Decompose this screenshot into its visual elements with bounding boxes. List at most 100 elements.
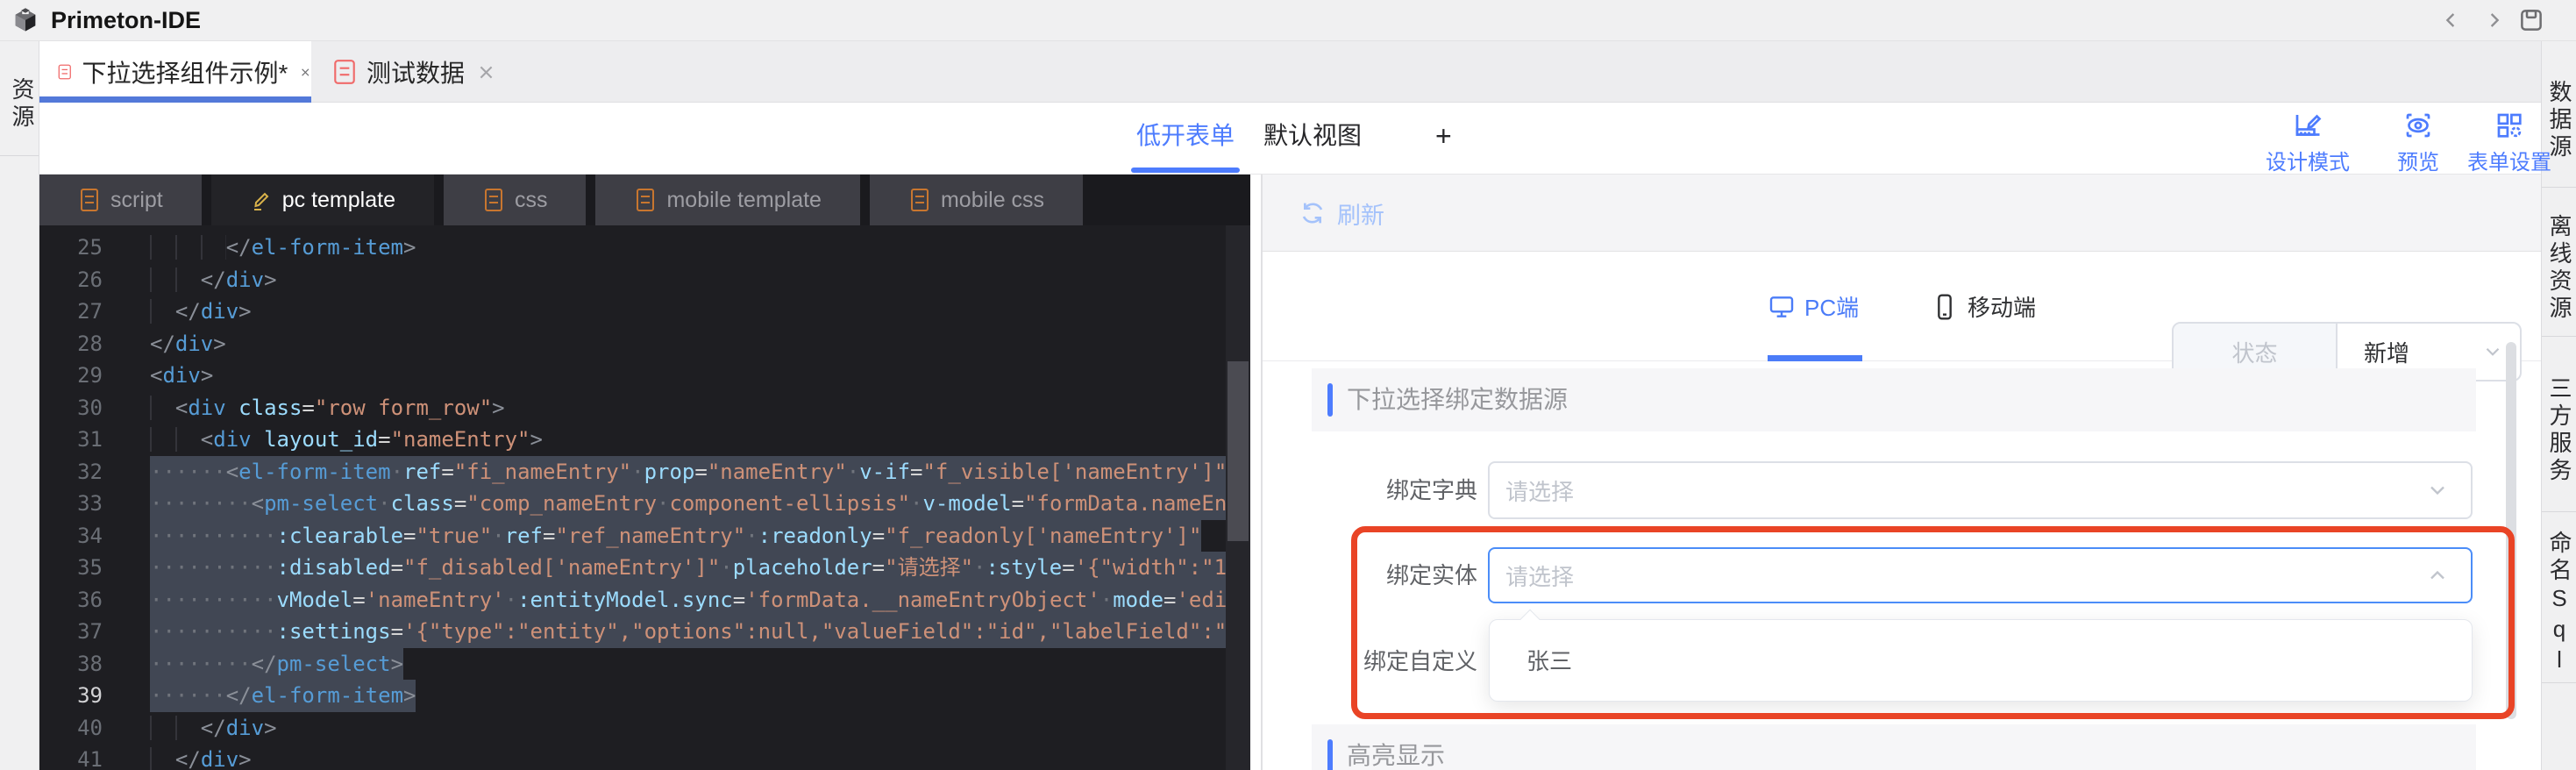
file-tab-label: 下拉选择组件示例* bbox=[82, 54, 288, 89]
phone-icon bbox=[1931, 293, 1959, 321]
code-lines[interactable]: 25 </el-form-item>26 </div>27 </div>28</… bbox=[39, 225, 1228, 770]
code-line[interactable]: 32······<el-form-item·ref="fi_nameEntry"… bbox=[39, 456, 1228, 488]
line-number: 36 bbox=[39, 584, 103, 617]
view-tab-default-view[interactable]: 默认视图 bbox=[1263, 103, 1362, 175]
sidebar-item-离线资源[interactable]: 离线资源 bbox=[2542, 188, 2576, 337]
line-number: 29 bbox=[39, 360, 103, 392]
code-line[interactable]: 34··········:clearable="true"·ref="ref_n… bbox=[39, 520, 1228, 553]
sidebar-item-resources[interactable]: 资源 bbox=[0, 41, 39, 156]
code-line[interactable]: 36··········vModel='nameEntry'·:entityMo… bbox=[39, 584, 1228, 617]
line-number: 30 bbox=[39, 392, 103, 424]
code-line[interactable]: 33········<pm-select·class="comp_nameEnt… bbox=[39, 488, 1228, 520]
field-label-bind-entity: 绑定实体 bbox=[1263, 547, 1477, 603]
device-tab-pc[interactable]: PC端 bbox=[1768, 252, 1859, 361]
form-settings-button[interactable]: 表单设置 bbox=[2452, 110, 2566, 175]
code-line[interactable]: 41 </div> bbox=[39, 744, 1228, 770]
code-line[interactable]: 35··········:disabled="f_disabled['nameE… bbox=[39, 552, 1228, 584]
add-view-button[interactable]: + bbox=[1435, 103, 1452, 175]
device-tab-row: PC端 移动端 状态 新增 bbox=[1263, 252, 2541, 361]
code-line[interactable]: 37··········:settings='{"type":"entity",… bbox=[39, 616, 1228, 648]
active-tab-underline bbox=[39, 96, 311, 103]
close-icon[interactable] bbox=[477, 63, 495, 82]
refresh-icon bbox=[1299, 199, 1327, 227]
preview-eye-icon bbox=[2402, 110, 2434, 141]
editor-tab-bar: script pc template css mobile template mobil… bbox=[39, 175, 1250, 225]
code-line[interactable]: 40 </div> bbox=[39, 712, 1228, 745]
editor-tab-label: script bbox=[110, 188, 163, 213]
code-line[interactable]: 29<div> bbox=[39, 360, 1228, 392]
file-tab-test-data[interactable]: 测试数据 bbox=[326, 41, 528, 103]
line-number: 34 bbox=[39, 520, 103, 553]
active-device-underline bbox=[1768, 355, 1862, 361]
bind-entity-select[interactable]: 请选择 bbox=[1488, 547, 2473, 603]
device-tab-label: PC端 bbox=[1804, 290, 1859, 323]
add-view-label: + bbox=[1435, 120, 1452, 152]
file-tab-dropdown-example[interactable]: 下拉选择组件示例* bbox=[39, 41, 311, 103]
panel-scrollbar[interactable] bbox=[2506, 342, 2516, 719]
section-header-highlight: 高亮显示 bbox=[1312, 724, 2476, 770]
editor-tab-label: css bbox=[515, 188, 548, 213]
line-number: 39 bbox=[39, 680, 103, 712]
design-mode-button[interactable]: 设计模式 bbox=[2251, 110, 2365, 175]
code-line[interactable]: 31 <div layout_id="nameEntry"> bbox=[39, 424, 1228, 456]
code-editor: script pc template css mobile template mobil… bbox=[39, 175, 1250, 770]
editor-scrollbar[interactable] bbox=[1226, 225, 1250, 770]
line-number: 32 bbox=[39, 456, 103, 488]
chevron-up-icon bbox=[2425, 563, 2450, 588]
section-accent-bar bbox=[1327, 739, 1333, 770]
document-icon bbox=[482, 188, 505, 212]
preview-label: 预览 bbox=[2397, 145, 2439, 175]
view-tab-label: 默认视图 bbox=[1263, 122, 1362, 149]
nav-forward-icon[interactable] bbox=[2481, 8, 2506, 32]
line-number: 33 bbox=[39, 488, 103, 520]
editor-tab-pc-template[interactable]: pc template bbox=[211, 175, 434, 225]
active-view-underline bbox=[1131, 168, 1240, 173]
monitor-icon bbox=[1768, 293, 1796, 321]
left-sidebar: 资源 bbox=[0, 41, 39, 770]
form-settings-label: 表单设置 bbox=[2467, 145, 2551, 175]
editor-scrollbar-thumb[interactable] bbox=[1228, 361, 1249, 541]
entity-select-dropdown: 张三 bbox=[1489, 619, 2473, 702]
line-number: 26 bbox=[39, 264, 103, 296]
line-number: 28 bbox=[39, 328, 103, 360]
design-mode-icon bbox=[2292, 110, 2323, 141]
dropdown-option[interactable]: 张三 bbox=[1490, 620, 2472, 702]
bind-dictionary-select[interactable]: 请选择 bbox=[1488, 461, 2473, 519]
code-line[interactable]: 26 </div> bbox=[39, 264, 1228, 296]
editor-tab-label: mobile template bbox=[666, 188, 821, 213]
code-line[interactable]: 38········</pm-select> bbox=[39, 648, 1228, 681]
refresh-label: 刷新 bbox=[1337, 196, 1384, 231]
select-placeholder: 请选择 bbox=[1505, 474, 1574, 507]
line-number: 37 bbox=[39, 616, 103, 648]
editor-tab-mobile-css[interactable]: mobile css bbox=[870, 175, 1083, 225]
editor-tab-script[interactable]: script bbox=[39, 175, 202, 225]
save-icon[interactable] bbox=[2518, 7, 2544, 33]
sidebar-item-label: 资源 bbox=[0, 77, 39, 132]
view-tab-row: 低开表单 默认视图 + 设计模式 预览 bbox=[39, 103, 2541, 175]
view-tab-lowcode-form[interactable]: 低开表单 bbox=[1136, 103, 1235, 175]
sidebar-item-label: 离线资源 bbox=[2542, 214, 2576, 323]
section-title: 高亮显示 bbox=[1347, 724, 1445, 770]
code-line[interactable]: 28</div> bbox=[39, 328, 1228, 360]
refresh-button[interactable]: 刷新 bbox=[1299, 175, 1384, 252]
app-logo-icon bbox=[12, 7, 39, 33]
code-line[interactable]: 25 </el-form-item> bbox=[39, 232, 1228, 264]
design-mode-label: 设计模式 bbox=[2266, 145, 2350, 175]
title-bar: Primeton-IDE bbox=[0, 0, 2576, 41]
document-icon bbox=[908, 188, 931, 212]
code-line[interactable]: 27 </div> bbox=[39, 296, 1228, 328]
editor-tab-label: mobile css bbox=[941, 188, 1044, 213]
code-line[interactable]: 30 <div class="row form_row"> bbox=[39, 392, 1228, 424]
close-icon[interactable] bbox=[300, 63, 311, 82]
code-line[interactable]: 39······</el-form-item> bbox=[39, 680, 1228, 712]
device-tab-mobile[interactable]: 移动端 bbox=[1931, 252, 2036, 361]
sidebar-item-命名Sql[interactable]: 命名Sql bbox=[2542, 512, 2576, 683]
sidebar-item-三方服务[interactable]: 三方服务 bbox=[2542, 337, 2576, 512]
sidebar-item-label: 命名Sql bbox=[2542, 531, 2576, 677]
file-tab-label: 测试数据 bbox=[366, 54, 465, 89]
line-number: 35 bbox=[39, 552, 103, 584]
status-value: 新增 bbox=[2364, 336, 2409, 368]
editor-tab-css[interactable]: css bbox=[444, 175, 587, 225]
nav-back-icon[interactable] bbox=[2439, 8, 2464, 32]
editor-tab-mobile-template[interactable]: mobile template bbox=[595, 175, 859, 225]
